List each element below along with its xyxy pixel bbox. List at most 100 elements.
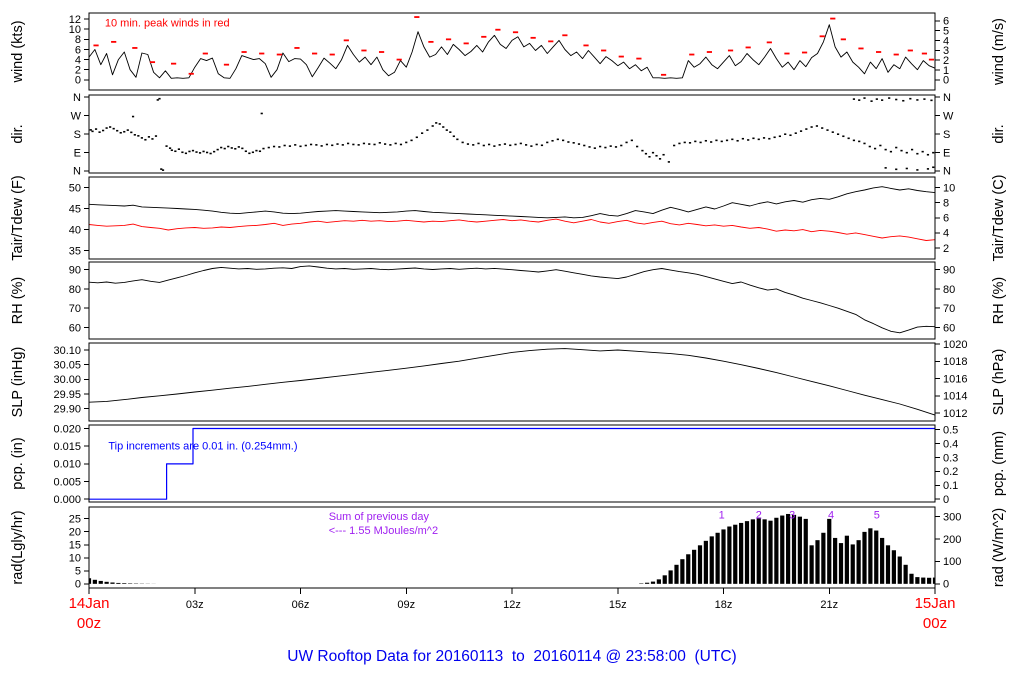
tick-label-left: 0.000 (53, 494, 81, 506)
annotation-solar-radiation: 3 (789, 509, 795, 521)
tick-label-left: 29.90 (53, 403, 81, 415)
tick-label-left: N (73, 166, 81, 178)
x-tick-label: 09z (397, 599, 415, 611)
tick-label-right: 2 (943, 243, 949, 255)
annotation-solar-radiation: 5 (874, 509, 880, 521)
x-axis-end-date: 15Jan (915, 595, 956, 612)
series-solar-radiation (89, 513, 935, 584)
x-axis-start-hour: 00z (77, 615, 101, 632)
tick-label-left: 0 (75, 579, 81, 591)
tick-label-left: 80 (69, 284, 81, 296)
annotation-precipitation: Tip increments are 0.01 in. (0.254mm.) (108, 440, 297, 452)
tick-label-right: 100 (943, 556, 961, 568)
panel-border (88, 342, 936, 422)
tick-label-right: 0.3 (943, 452, 958, 464)
series-air-temperature (88, 186, 936, 219)
axis-label-left-precipitation: pcp. (in) (10, 437, 26, 489)
tick-label-left: 30.05 (53, 359, 81, 371)
series-wind-speed-avg (88, 24, 936, 79)
tick-label-right: 90 (943, 265, 955, 277)
tick-label-right: S (943, 129, 950, 141)
panel-border (88, 94, 936, 174)
tick-label-right: 8 (943, 197, 949, 209)
series-sea-level-pressure (88, 348, 936, 416)
x-tick-label: 12z (503, 599, 521, 611)
series-dew-point (88, 218, 936, 241)
panel-temperature: 35 40 45 50 Tair/Tdew (F) 2 4 6 8 10 Tair/Tdew (C) (10, 174, 1007, 261)
axis-label-left-solar-radiation: rad(Lgly/hr) (10, 510, 26, 584)
annotation-solar-radiation: <--- 1.55 MJoules/m^2 (329, 525, 438, 537)
axis-label-left-temperature: Tair/Tdew (F) (10, 175, 26, 260)
tick-label-left: 30.00 (53, 374, 81, 386)
series-wind-direction (89, 97, 935, 171)
axis-label-right-wind: wind (m/s) (991, 18, 1007, 86)
tick-label-right: 0 (943, 494, 949, 506)
tick-label-left: W (71, 110, 82, 122)
tick-label-left: 35 (69, 245, 81, 257)
chart-canvas: 024681012wind (kts) 0123456 wind (m/s)10 m… (10, 12, 1007, 665)
tick-label-left: S (74, 129, 81, 141)
tick-label-right: 70 (943, 303, 955, 315)
tick-label-left: 0.015 (53, 441, 81, 453)
panel-solar-radiation: 0510152025rad(Lgly/hr)0100200300 rad (W/m… (10, 506, 1007, 591)
tick-label-left: 30.10 (53, 345, 81, 357)
tick-label-left: 0.005 (53, 476, 81, 488)
x-axis-start-date: 14Jan (69, 595, 110, 612)
x-tick-label: 21z (820, 599, 838, 611)
tick-label-right: 4 (943, 228, 949, 240)
tick-label-right: 6 (943, 16, 949, 28)
axis-label-left-dir: dir. (10, 124, 26, 143)
tick-label-left: 70 (69, 303, 81, 315)
tick-label-right: N (943, 166, 951, 178)
tick-label-left: 45 (69, 203, 81, 215)
tick-label-right: 0.2 (943, 466, 958, 478)
x-tick-label: 06z (292, 599, 310, 611)
annotation-solar-radiation: 1 (719, 509, 725, 521)
panel-border (88, 424, 936, 503)
tick-label-right: 0.4 (943, 438, 958, 450)
tick-label-right: 300 (943, 511, 961, 523)
annotation-solar-radiation: 2 (756, 509, 762, 521)
tick-label-right: 1020 (943, 339, 967, 351)
tick-label-left: 90 (69, 265, 81, 277)
tick-label-left: 0.020 (53, 423, 81, 435)
axis-label-right-temperature: Tair/Tdew (C) (991, 174, 1007, 261)
panel-border (88, 506, 936, 589)
panel-wind: 024681012wind (kts) 0123456 wind (m/s)10 m… (10, 12, 1007, 91)
panel-sea-level-pressure: 29.90 29.95 30.00 30.05 30.10 SLP (inHg) 1012 1… (10, 339, 1007, 422)
tick-label-right: N (943, 92, 951, 104)
x-tick-label: 18z (715, 599, 733, 611)
tick-label-left: 40 (69, 224, 81, 236)
x-axis: 03z 06z 09z 12z 15z 18z 21z (88, 588, 936, 611)
tick-label-left: 5 (75, 566, 81, 578)
x-axis-end-hour: 00z (923, 615, 947, 632)
axis-label-right-relative-humidity: RH (%) (991, 277, 1007, 325)
generated-chart-layers: 024681012wind (kts) 0123456 wind (m/s)10 m… (10, 12, 1007, 611)
panel-precipitation: 0.000 0.005 0.010 0.015 0.020 pcp. (in) 0 0.1 0.… (10, 423, 1007, 506)
tick-label-left: 12 (69, 14, 81, 26)
tick-label-left: 0.010 (53, 459, 81, 471)
tick-label-right: 80 (943, 284, 955, 296)
tick-label-right: 1018 (943, 356, 967, 368)
annotation-solar-radiation: 4 (828, 509, 834, 521)
tick-label-right: E (943, 147, 950, 159)
tick-label-left: 50 (69, 182, 81, 194)
axis-label-right-sea-level-pressure: SLP (hPa) (991, 349, 1007, 416)
tick-label-right: 1012 (943, 408, 967, 420)
panel-dir: NESWNdir.NESWNdir. (10, 92, 1007, 178)
tick-label-left: 20 (69, 527, 81, 539)
tick-label-right: 60 (943, 322, 955, 334)
uw-rooftop-weather-plot: 0 2 4 6 8 10 12 wind (kts) 0 1 2 3 4 5 6 wind (m/s) 10 m… (0, 0, 1024, 700)
annotation-wind: 10 min. peak winds in red (105, 18, 230, 30)
tick-label-right: 0.5 (943, 424, 958, 436)
x-tick-label: 03z (186, 599, 204, 611)
axis-label-right-solar-radiation: rad (W/m^2) (991, 508, 1007, 587)
panel-border (88, 261, 936, 340)
series-relative-humidity (88, 265, 936, 334)
tick-label-right: W (943, 110, 954, 122)
x-tick-label: 15z (609, 599, 627, 611)
tick-label-right: 0 (943, 579, 949, 591)
axis-label-left-sea-level-pressure: SLP (inHg) (10, 347, 26, 418)
tick-label-right: 0.1 (943, 480, 958, 492)
tick-label-left: 60 (69, 322, 81, 334)
